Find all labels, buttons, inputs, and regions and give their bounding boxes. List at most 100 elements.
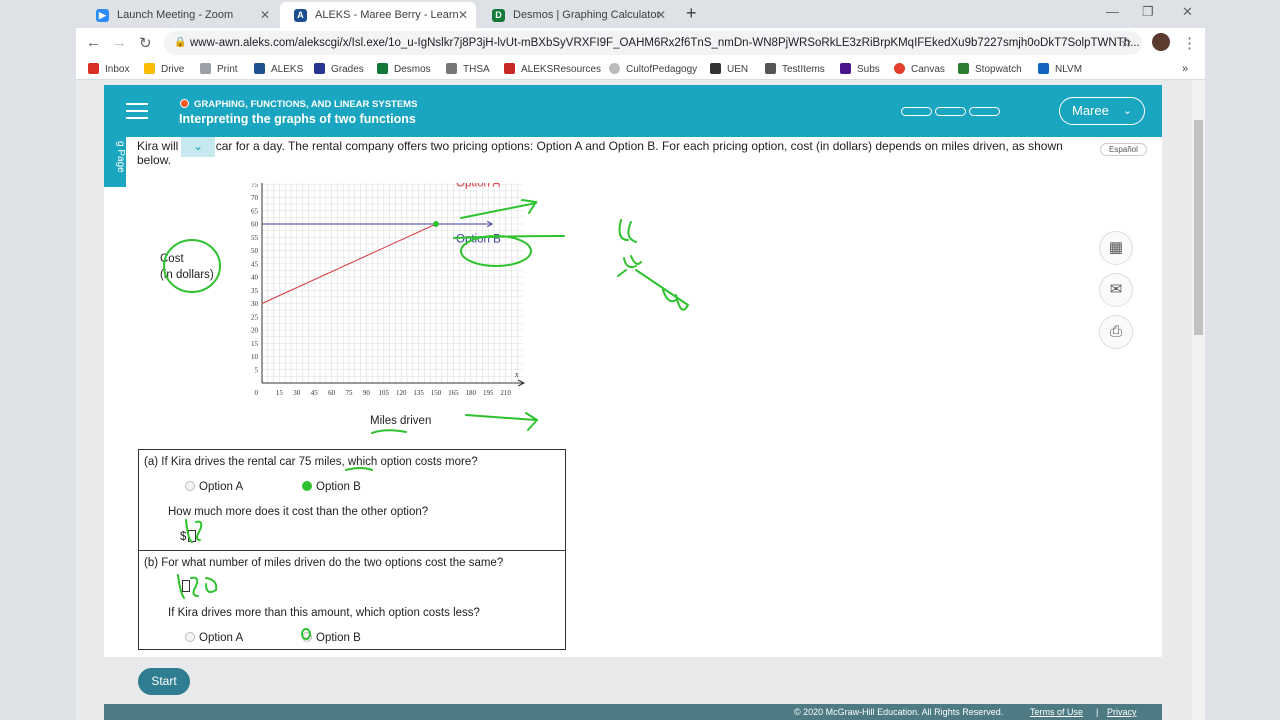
avatar[interactable] (1152, 33, 1170, 51)
radio-b-option-a[interactable]: Option A (185, 632, 243, 644)
printer-icon (200, 63, 211, 74)
bookmark-aleksresources[interactable]: ALEKSResources (504, 63, 601, 75)
answer-input[interactable] (188, 530, 197, 542)
footer: © 2020 McGraw-Hill Education. All Rights… (104, 704, 1162, 720)
tab-title: ALEKS - Maree Berry - Learn (315, 9, 459, 21)
radio-icon (185, 632, 195, 642)
bookmark-subs[interactable]: Subs (840, 63, 880, 75)
answer-a-field[interactable]: $ (180, 530, 197, 543)
terms-link[interactable]: Terms of Use (1030, 704, 1083, 720)
minimize-icon[interactable]: — (1106, 4, 1119, 19)
bookmark-uen[interactable]: UEN (710, 63, 748, 75)
tab-zoom[interactable]: ▶ Launch Meeting - Zoom ✕ (82, 2, 278, 28)
new-tab-icon[interactable]: + (686, 3, 697, 24)
question-divider (139, 550, 565, 551)
x-tick-label: 75 (346, 389, 354, 397)
x-tick-label: 165 (448, 389, 459, 397)
espanol-button[interactable]: Español (1100, 143, 1147, 156)
bookmark-inbox[interactable]: Inbox (88, 63, 129, 75)
radio-a-option-b[interactable]: Option B (302, 481, 361, 493)
x-tick-label: 195 (483, 389, 494, 397)
y-tick-label: 40 (251, 274, 259, 282)
y-tick-label: 60 (251, 221, 259, 229)
page-viewport: GRAPHING, FUNCTIONS, AND LINEAR SYSTEMS … (76, 80, 1192, 720)
bookmark-aleks[interactable]: ALEKS (254, 63, 303, 75)
answer-input[interactable] (182, 580, 190, 592)
forward-icon[interactable]: → (112, 34, 127, 51)
address-bar[interactable]: 🔒 www-awn.aleks.com/alekscgi/x/Isl.exe/1… (164, 31, 1142, 55)
thsa-icon (446, 63, 457, 74)
topic-status-icon (180, 99, 189, 108)
privacy-link[interactable]: Privacy (1107, 704, 1137, 720)
x-tick-label: 45 (311, 389, 319, 397)
question-b-followup: If Kira drives more than this amount, wh… (168, 607, 480, 619)
bookmark-nlvm[interactable]: NLVM (1038, 63, 1082, 75)
x-tick-label: 60 (328, 389, 336, 397)
question-a-prompt: (a) If Kira drives the rental car 75 mil… (144, 456, 478, 468)
radio-a-option-a[interactable]: Option A (185, 481, 243, 493)
restore-icon[interactable]: ❐ (1142, 4, 1154, 20)
origin-label: 0 (255, 389, 259, 397)
progress-indicator (901, 107, 1000, 116)
aleks-header: GRAPHING, FUNCTIONS, AND LINEAR SYSTEMS … (104, 85, 1162, 137)
tools-column: ▦ ✉ ⎙ (1099, 231, 1133, 357)
side-page-tab[interactable]: g Page (104, 137, 126, 187)
x-tick-label: 90 (363, 389, 371, 397)
tab-desmos[interactable]: D Desmos | Graphing Calculator ✕ (478, 2, 674, 28)
intersection-point (433, 221, 439, 227)
close-icon[interactable]: ✕ (656, 8, 666, 22)
lock-icon: 🔒 (174, 37, 187, 48)
bookmarks-overflow-icon[interactable]: » (1182, 63, 1188, 75)
bookmark-canvas[interactable]: Canvas (894, 63, 945, 75)
more-icon[interactable]: ⋮ (1182, 34, 1197, 52)
mcgraw-icon (504, 63, 515, 74)
bookmark-grades[interactable]: Grades (314, 63, 364, 75)
calculator-icon[interactable]: ▦ (1099, 231, 1133, 265)
bottom-bar: Start © 2020 McGraw-Hill Education. All … (104, 657, 1162, 720)
aleks-page: GRAPHING, FUNCTIONS, AND LINEAR SYSTEMS … (104, 85, 1162, 720)
close-icon[interactable]: ✕ (260, 8, 270, 22)
star-icon[interactable]: ☆ (1120, 31, 1132, 55)
bookmark-thsa[interactable]: THSA (446, 63, 490, 75)
radio-b-option-b[interactable]: Option B (302, 632, 361, 644)
bookmark-stopwatch[interactable]: Stopwatch (958, 63, 1022, 75)
series-label-option-a: Option A (456, 183, 500, 189)
reload-icon[interactable]: ↻ (139, 34, 152, 52)
drive-icon (144, 63, 155, 74)
scrollbar[interactable] (1192, 80, 1205, 720)
y-tick-label: 15 (251, 340, 259, 348)
print-icon[interactable]: ⎙ (1099, 315, 1133, 349)
y-tick-label: 5 (255, 366, 259, 374)
start-button[interactable]: Start (138, 668, 190, 695)
bookmark-drive[interactable]: Drive (144, 63, 184, 75)
back-icon[interactable]: ← (86, 34, 101, 51)
x-tick-label: 120 (396, 389, 407, 397)
collapse-chevron-icon[interactable]: ⌄ (181, 137, 215, 157)
y-tick-label: 25 (251, 313, 259, 321)
x-axis-letter: x (514, 370, 519, 379)
url-text: www-awn.aleks.com/alekscgi/x/Isl.exe/1o_… (190, 37, 1140, 49)
uen-icon (710, 63, 721, 74)
bookmark-print[interactable]: Print (200, 63, 238, 75)
y-tick-label: 45 (251, 260, 259, 268)
bookmark-desmos[interactable]: Desmos (377, 63, 431, 75)
scrollbar-thumb[interactable] (1194, 120, 1203, 335)
radio-selected-icon (302, 481, 312, 491)
window-close-icon[interactable]: ✕ (1182, 4, 1193, 20)
series-label-option-b: Option B (456, 233, 501, 245)
x-tick-label: 150 (431, 389, 442, 397)
bookmark-cultofpedagogy[interactable]: CultofPedagogy (609, 63, 697, 75)
bookmark-testitems[interactable]: TestItems (765, 63, 825, 75)
x-tick-label: 30 (293, 389, 301, 397)
subs-icon (840, 63, 851, 74)
tab-title: Desmos | Graphing Calculator (513, 9, 661, 21)
user-menu-button[interactable]: Maree ⌄ (1059, 97, 1145, 125)
y-tick-label: 70 (251, 194, 259, 202)
mail-icon[interactable]: ✉ (1099, 273, 1133, 307)
x-tick-label: 135 (413, 389, 424, 397)
tab-aleks[interactable]: A ALEKS - Maree Berry - Learn ✕ (280, 2, 476, 28)
close-icon[interactable]: ✕ (458, 8, 468, 22)
answer-b-field[interactable] (180, 580, 190, 593)
question-a-followup: How much more does it cost than the othe… (168, 506, 429, 518)
hamburger-menu-icon[interactable] (126, 103, 148, 119)
